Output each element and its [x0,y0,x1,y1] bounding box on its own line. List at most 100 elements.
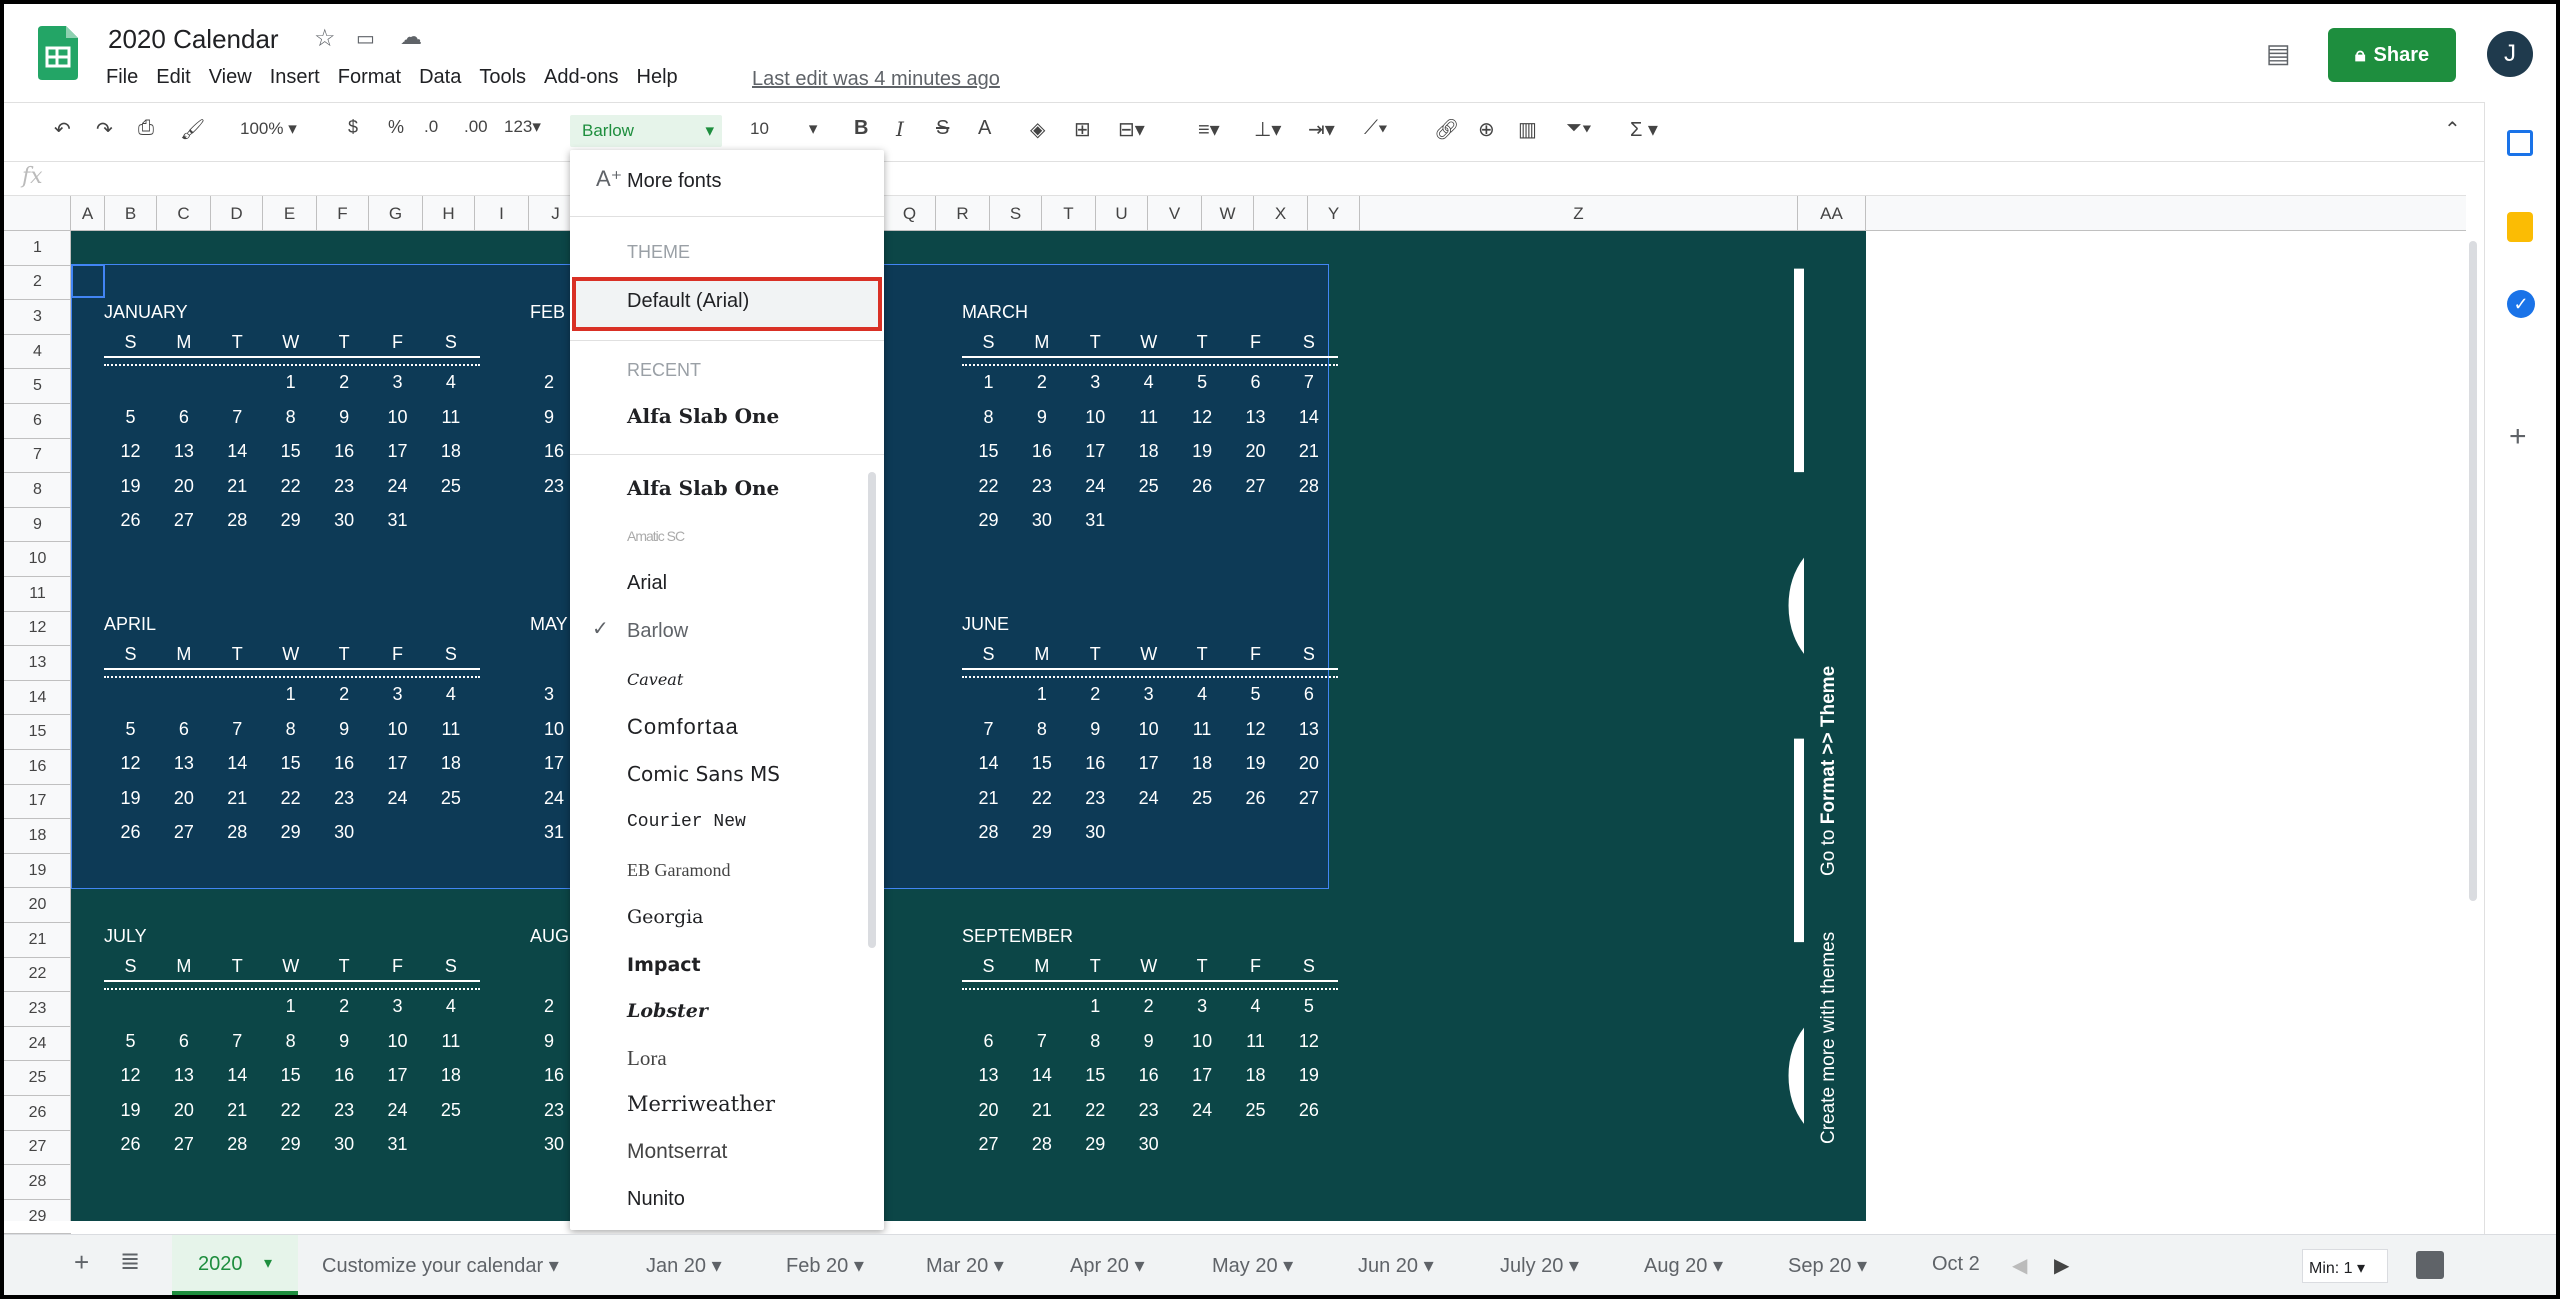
day-cell[interactable]: 15 [962,441,1015,462]
insert-link-icon[interactable]: 🔗︎ [1434,117,1459,142]
day-cell[interactable]: 17 [371,441,424,462]
day-cell[interactable]: 27 [157,510,210,531]
day-cell[interactable]: 19 [104,476,157,497]
column-header[interactable]: E [263,196,317,231]
day-cell[interactable]: 29 [1015,822,1068,843]
day-cell[interactable]: 10 [1069,407,1122,428]
day-cell[interactable]: 16 [1015,441,1068,462]
day-cell[interactable]: 8 [962,407,1015,428]
column-header[interactable]: AA [1798,196,1866,231]
day-cell[interactable]: 11 [1176,719,1229,740]
day-cell[interactable]: 22 [1015,788,1068,809]
row-header[interactable]: 25 [4,1061,71,1096]
day-cell[interactable]: 12 [1282,1031,1335,1052]
day-cell[interactable]: 2 [544,372,554,393]
day-cell[interactable]: 30 [1122,1134,1175,1155]
day-cell[interactable]: 30 [318,510,371,531]
theme-font-item[interactable]: Default (Arial) [627,290,749,313]
explore-icon[interactable] [2416,1251,2444,1279]
day-cell[interactable]: 26 [1282,1100,1335,1121]
row-header[interactable]: 6 [4,404,71,439]
menu-scroll-thumb[interactable] [868,472,876,948]
day-cell[interactable]: 18 [424,753,477,774]
sheets-logo-icon[interactable] [38,26,78,80]
row-header[interactable]: 2 [4,266,71,301]
strikethrough-button[interactable]: S [936,117,949,140]
day-cell[interactable]: 8 [264,719,317,740]
day-cell[interactable]: 7 [1282,372,1335,393]
font-item-caveat[interactable]: Caveat [627,670,683,689]
column-header[interactable]: H [423,196,475,231]
comments-icon[interactable]: ▤ [2266,38,2291,69]
day-cell[interactable]: 27 [1229,476,1282,497]
day-cell[interactable]: 25 [1229,1100,1282,1121]
day-cell[interactable]: 11 [424,407,477,428]
day-cell[interactable]: 18 [1122,441,1175,462]
day-cell[interactable]: 1 [1015,684,1068,705]
row-header[interactable]: 23 [4,992,71,1027]
menu-data[interactable]: Data [419,66,461,89]
menu-insert[interactable]: Insert [270,66,320,89]
insert-chart-icon[interactable]: ▥ [1518,117,1537,142]
day-cell[interactable]: 26 [1176,476,1229,497]
print-icon[interactable]: ⎙ [138,117,154,140]
recent-font-item[interactable]: Alfa Slab One [627,404,779,428]
share-button[interactable]: 🔒︎ Share [2328,28,2456,82]
row-header[interactable]: 13 [4,646,71,681]
day-cell[interactable]: 19 [1282,1065,1335,1086]
menu-help[interactable]: Help [637,66,678,89]
day-cell[interactable]: 10 [544,719,564,740]
day-cell[interactable]: 24 [1176,1100,1229,1121]
row-header[interactable]: 21 [4,923,71,958]
menu-format[interactable]: Format [338,66,401,89]
day-cell[interactable]: 16 [318,753,371,774]
day-cell[interactable]: 22 [1069,1100,1122,1121]
insert-comment-icon[interactable]: ⊕ [1478,117,1495,142]
column-header[interactable]: Z [1360,196,1798,231]
row-header[interactable]: 14 [4,681,71,716]
day-cell[interactable]: 28 [211,822,264,843]
day-cell[interactable]: 6 [157,719,210,740]
day-cell[interactable]: 11 [424,719,477,740]
day-cell[interactable]: 21 [211,1100,264,1121]
day-cell[interactable]: 24 [544,788,564,809]
day-cell[interactable]: 20 [962,1100,1015,1121]
day-cell[interactable]: 9 [1015,407,1068,428]
calendar-icon[interactable] [2507,130,2533,156]
day-cell[interactable]: 23 [318,1100,371,1121]
day-cell[interactable]: 4 [424,996,477,1017]
row-header[interactable]: 17 [4,785,71,820]
row-header[interactable]: 26 [4,1096,71,1131]
column-header[interactable]: G [369,196,423,231]
all-sheets-icon[interactable]: ≣ [120,1247,140,1276]
formula-bar[interactable] [4,162,2466,196]
day-cell[interactable]: 10 [1122,719,1175,740]
tab-may[interactable]: May 20 ▾ [1212,1253,1293,1278]
tab-feb[interactable]: Feb 20 ▾ [786,1253,864,1278]
day-cell[interactable]: 19 [1229,753,1282,774]
day-cell[interactable]: 10 [371,1031,424,1052]
day-cell[interactable]: 4 [424,684,477,705]
tab-oct[interactable]: Oct 2 [1932,1253,1980,1276]
day-cell[interactable]: 28 [962,822,1015,843]
day-cell[interactable]: 3 [371,996,424,1017]
row-header[interactable]: 22 [4,958,71,993]
day-cell[interactable]: 13 [157,753,210,774]
font-size-select[interactable]: 10 ▾ [750,119,817,139]
day-cell[interactable]: 16 [1069,753,1122,774]
day-cell[interactable]: 23 [1122,1100,1175,1121]
row-header[interactable]: 10 [4,542,71,577]
day-cell[interactable]: 9 [1069,719,1122,740]
menu-tools[interactable]: Tools [479,66,526,89]
day-cell[interactable]: 30 [1069,822,1122,843]
day-cell[interactable]: 13 [1282,719,1335,740]
percent-button[interactable]: % [388,117,404,138]
menu-view[interactable]: View [209,66,252,89]
day-cell[interactable]: 6 [157,1031,210,1052]
day-cell[interactable]: 3 [371,684,424,705]
font-item-lobster[interactable]: Lobster [627,1000,708,1022]
day-cell[interactable]: 25 [424,788,477,809]
day-cell[interactable]: 2 [318,372,371,393]
active-cell[interactable] [71,264,105,298]
font-item-amatic-sc[interactable]: Amatic SC [627,528,685,544]
